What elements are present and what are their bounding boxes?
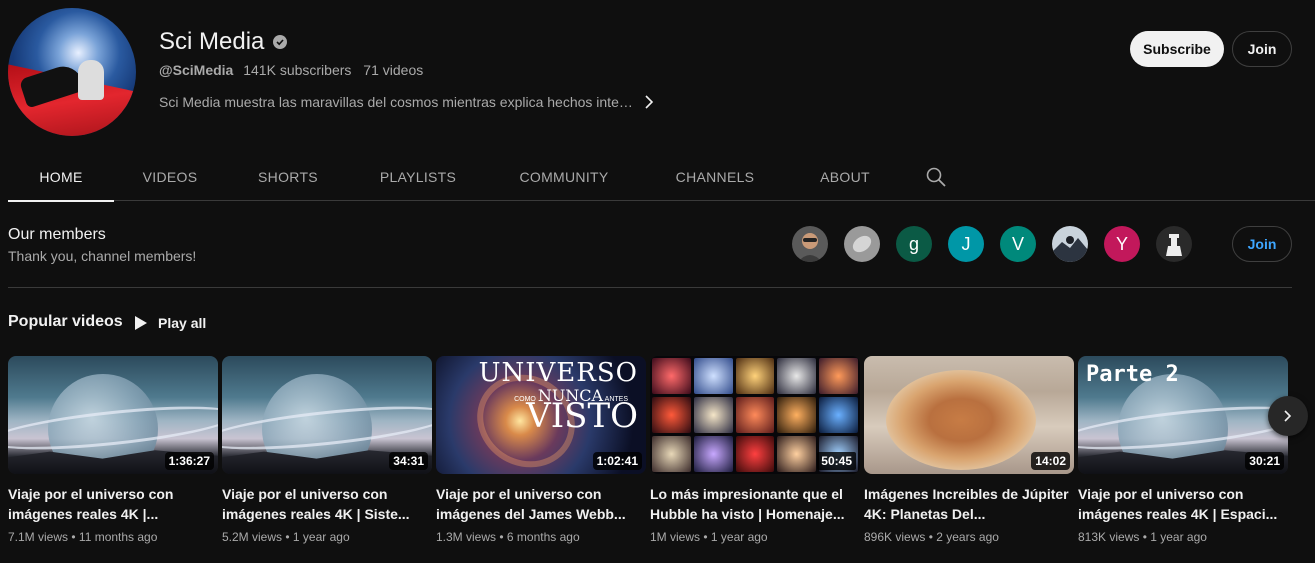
member-avatar[interactable]: V	[1000, 226, 1036, 262]
video-age: 2 years ago	[936, 530, 999, 544]
video-meta: 896K views • 2 years ago	[864, 530, 999, 544]
chevron-right-icon	[1284, 410, 1292, 422]
play-all-button[interactable]: Play all	[134, 312, 206, 334]
member-avatar[interactable]	[1052, 226, 1088, 262]
video-duration: 1:36:27	[164, 452, 214, 470]
video-views: 1.3M views	[436, 530, 497, 544]
member-avatar[interactable]	[792, 226, 828, 262]
verified-icon	[273, 35, 287, 49]
thumb-tile	[735, 397, 775, 433]
video-duration: 1:02:41	[592, 452, 642, 470]
video-age: 6 months ago	[506, 530, 580, 544]
video-card[interactable]: 1:36:27 Viaje por el universo con imágen…	[8, 356, 218, 544]
thumb-tile	[819, 397, 858, 433]
video-card[interactable]: 34:31 Viaje por el universo con imágenes…	[222, 356, 432, 544]
video-thumbnail[interactable]: 50:45	[650, 356, 860, 474]
video-thumbnail[interactable]: Parte 2 30:21	[1078, 356, 1288, 474]
tab-community[interactable]: COMMUNITY	[486, 152, 642, 201]
video-thumbnail[interactable]: UNIVERSO COMO NUNCA ANTES VISTO 1:02:41	[436, 356, 646, 474]
video-title[interactable]: Viaje por el universo con imágenes reale…	[1078, 484, 1288, 524]
video-count: 71 videos	[363, 62, 424, 78]
thumb-tile	[652, 397, 691, 433]
thumb-text-parte2: Parte 2	[1086, 362, 1179, 387]
tab-channels[interactable]: CHANNELS	[642, 152, 788, 201]
channel-tabs: HOME VIDEOS SHORTS PLAYLISTS COMMUNITY C…	[8, 152, 1315, 202]
play-icon	[135, 316, 147, 330]
video-duration: 30:21	[1245, 452, 1284, 470]
chevron-right-icon[interactable]	[641, 94, 657, 110]
carousel-next-button[interactable]	[1268, 396, 1308, 436]
thumb-tile	[777, 358, 817, 394]
video-duration: 50:45	[817, 452, 856, 470]
popular-videos-title: Popular videos	[8, 313, 123, 330]
member-avatar[interactable]	[844, 226, 880, 262]
video-age: 1 year ago	[1150, 530, 1207, 544]
video-title[interactable]: Viaje por el universo con imágenes reale…	[8, 484, 218, 524]
channel-description[interactable]: Sci Media muestra las maravillas del cos…	[159, 94, 633, 110]
join-button[interactable]: Join	[1232, 31, 1292, 67]
video-age: 1 year ago	[710, 530, 768, 544]
video-meta: 1.3M views • 6 months ago	[436, 530, 580, 544]
video-card[interactable]: 14:02 Imágenes Increibles de Júpiter 4K:…	[864, 356, 1074, 544]
play-all-label: Play all	[158, 315, 207, 331]
video-title[interactable]: Imágenes Increibles de Júpiter 4K: Plane…	[864, 484, 1074, 524]
thumb-tile	[735, 436, 775, 472]
thumb-tile	[652, 358, 691, 394]
video-duration: 14:02	[1031, 452, 1070, 470]
tab-playlists[interactable]: PLAYLISTS	[350, 152, 486, 201]
video-age: 11 months ago	[78, 530, 158, 544]
members-title: Our members	[8, 226, 106, 243]
video-meta: 5.2M views • 1 year ago	[222, 530, 350, 544]
video-thumbnail[interactable]: 34:31	[222, 356, 432, 474]
member-avatar[interactable]	[1156, 226, 1192, 262]
channel-meta: @SciMedia 141K subscribers 71 videos	[159, 62, 423, 78]
video-meta: 7.1M views • 11 months ago	[8, 530, 158, 544]
section-divider	[8, 287, 1292, 288]
channel-avatar[interactable]	[8, 8, 136, 136]
thumb-text-universo: UNIVERSO	[478, 358, 638, 388]
video-title[interactable]: Viaje por el universo con imágenes del J…	[436, 484, 646, 524]
tab-about[interactable]: ABOUT	[788, 152, 902, 201]
video-views: 7.1M views	[8, 530, 69, 544]
search-icon[interactable]	[925, 166, 947, 188]
video-card[interactable]: UNIVERSO COMO NUNCA ANTES VISTO 1:02:41 …	[436, 356, 646, 544]
video-title[interactable]: Viaje por el universo con imágenes reale…	[222, 484, 432, 524]
subscriber-count: 141K subscribers	[243, 62, 352, 78]
video-thumbnail[interactable]: 14:02	[864, 356, 1074, 474]
members-join-button[interactable]: Join	[1232, 226, 1292, 262]
video-views: 896K views	[864, 530, 926, 544]
channel-name: Sci Media	[159, 28, 265, 55]
thumb-tile	[819, 358, 858, 394]
thumb-tile	[777, 436, 817, 472]
video-card[interactable]: Parte 2 30:21 Viaje por el universo con …	[1078, 356, 1288, 544]
member-avatar[interactable]: g	[896, 226, 932, 262]
video-duration: 34:31	[389, 452, 428, 470]
thumb-red-spot-shape	[886, 370, 1036, 470]
tab-shorts[interactable]: SHORTS	[226, 152, 350, 201]
video-card[interactable]: 50:45 Lo más impresionante que el Hubble…	[650, 356, 860, 544]
video-meta: 813K views • 1 year ago	[1078, 530, 1207, 544]
tab-home[interactable]: HOME	[8, 152, 114, 202]
member-avatar[interactable]: J	[948, 226, 984, 262]
thumb-tile	[693, 358, 733, 394]
tab-videos[interactable]: VIDEOS	[114, 152, 226, 201]
subscribe-button[interactable]: Subscribe	[1130, 31, 1224, 67]
thumb-tile	[777, 397, 817, 433]
members-subtitle: Thank you, channel members!	[8, 248, 197, 264]
video-views: 1M views	[650, 530, 701, 544]
thumb-tile	[693, 397, 733, 433]
avatar-astronaut-shape	[78, 60, 104, 100]
thumb-tile	[693, 436, 733, 472]
thumb-text-visto: VISTO	[526, 396, 638, 436]
video-meta: 1M views • 1 year ago	[650, 530, 768, 544]
thumb-tile	[652, 436, 691, 472]
video-thumbnail[interactable]: 1:36:27	[8, 356, 218, 474]
video-views: 813K views	[1078, 530, 1140, 544]
video-views: 5.2M views	[222, 530, 283, 544]
member-avatar[interactable]: Y	[1104, 226, 1140, 262]
video-title[interactable]: Lo más impresionante que el Hubble ha vi…	[650, 484, 860, 524]
video-age: 1 year ago	[292, 530, 350, 544]
channel-handle: @SciMedia	[159, 62, 234, 78]
thumb-tile	[735, 358, 775, 394]
